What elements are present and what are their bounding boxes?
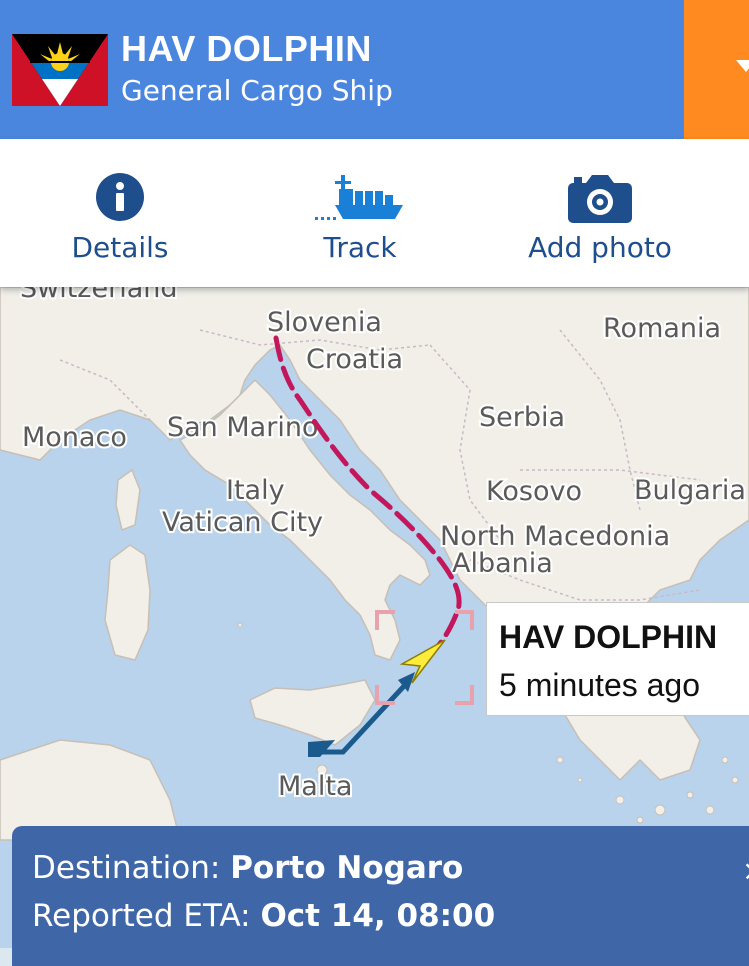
eta-value: Oct 14, 08:00: [260, 898, 496, 934]
camera-icon: [568, 175, 632, 223]
label-bulgaria: Bulgaria: [634, 475, 746, 506]
ship-icon: [315, 175, 403, 220]
vessel-popup[interactable]: HAV DOLPHIN 5 minutes ago: [486, 602, 749, 716]
dropdown-button[interactable]: [684, 0, 749, 139]
label-malta: Malta: [278, 771, 352, 802]
label-serbia: Serbia: [479, 402, 565, 433]
vessel-type: General Cargo Ship: [121, 74, 393, 107]
label-croatia: Croatia: [306, 344, 403, 375]
label-kosovo: Kosovo: [486, 476, 582, 507]
tab-details[interactable]: Details: [20, 139, 220, 287]
label-romania: Romania: [603, 313, 721, 344]
destination-value: Porto Nogaro: [230, 850, 464, 886]
label-san-marino: San Marino: [167, 412, 318, 443]
tab-add-photo[interactable]: Add photo: [490, 139, 710, 287]
destination-row: Destination: Porto Nogaro: [32, 850, 463, 886]
tab-track-label: Track: [323, 231, 397, 264]
tab-track[interactable]: Track: [260, 139, 460, 287]
info-icon: [96, 173, 144, 221]
voyage-info-panel[interactable]: Destination: Porto Nogaro Reported ETA: …: [12, 826, 749, 966]
vessel-name: HAV DOLPHIN: [121, 28, 372, 69]
vessel-tabbar: Details Track Add photo: [0, 139, 749, 287]
popup-vessel-name: HAV DOLPHIN: [499, 619, 718, 655]
label-italy: Italy: [226, 475, 285, 506]
tab-details-label: Details: [71, 231, 169, 264]
destination-label: Destination:: [32, 850, 221, 886]
label-monaco: Monaco: [22, 422, 127, 453]
popup-last-seen: 5 minutes ago: [499, 667, 701, 703]
label-switzerland: Switzerland: [20, 287, 178, 304]
vessel-header: HAV DOLPHIN General Cargo Ship: [0, 0, 749, 139]
close-icon[interactable]: ×: [742, 854, 749, 887]
land-sardinia: [104, 544, 151, 661]
eta-label: Reported ETA:: [32, 898, 251, 934]
label-slovenia: Slovenia: [267, 307, 382, 338]
tab-add-photo-label: Add photo: [528, 231, 672, 264]
label-vatican: Vatican City: [162, 507, 323, 538]
label-albania: Albania: [452, 548, 553, 579]
antigua-flag-icon: [12, 34, 108, 106]
chevron-down-icon: [736, 60, 749, 72]
eta-row: Reported ETA: Oct 14, 08:00: [32, 898, 495, 934]
